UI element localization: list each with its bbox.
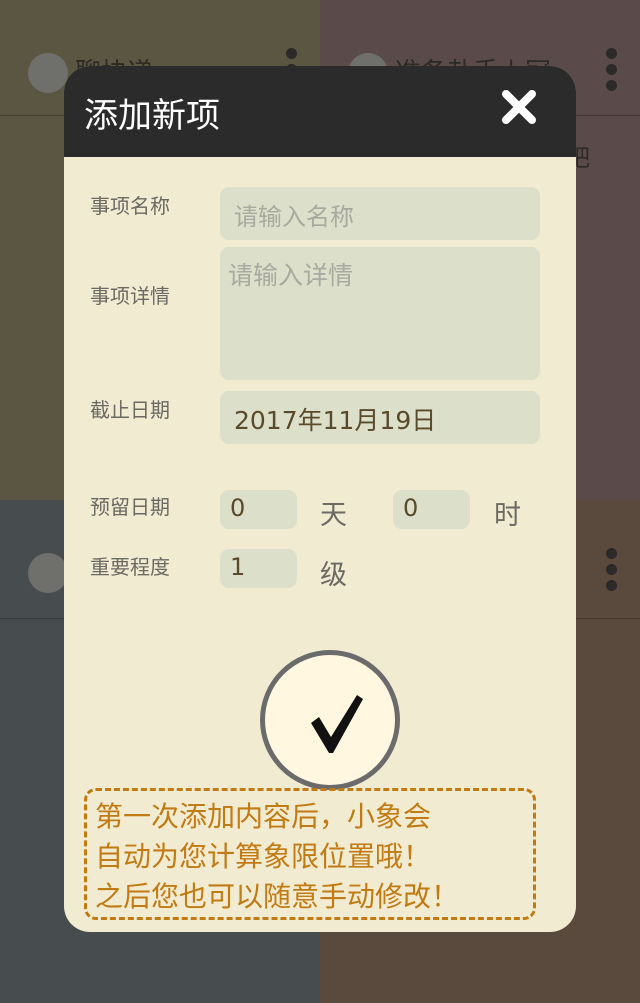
name-input[interactable]: 请输入名称 xyxy=(220,187,540,240)
dialog-title: 添加新项 xyxy=(84,96,220,136)
quadrant-avatar xyxy=(28,553,68,593)
reserve-hours-input[interactable]: 0 xyxy=(393,490,470,529)
add-item-dialog: 添加新项 事项名称 请输入名称 事项详情 请输入详情 截止日期 2017年11月… xyxy=(64,66,576,932)
confirm-button[interactable] xyxy=(260,650,400,790)
tip-line: 之后您也可以随意手动修改！ xyxy=(95,880,460,913)
tip-box: 第一次添加内容后，小象会 自动为您计算象限位置哦！ 之后您也可以随意手动修改！ xyxy=(84,788,536,920)
checkmark-icon xyxy=(311,695,363,753)
more-vertical-icon[interactable] xyxy=(606,548,618,596)
deadline-label: 截止日期 xyxy=(90,398,170,422)
deadline-date-field[interactable]: 2017年11月19日 xyxy=(220,391,540,444)
close-icon[interactable] xyxy=(500,88,538,126)
dialog-header: 添加新项 xyxy=(64,66,576,157)
importance-label: 重要程度 xyxy=(90,555,170,579)
days-unit: 天 xyxy=(320,500,347,531)
reserve-days-input[interactable]: 0 xyxy=(220,490,297,529)
name-label: 事项名称 xyxy=(90,194,170,218)
detail-label: 事项详情 xyxy=(90,284,170,308)
quadrant-avatar xyxy=(28,53,68,93)
reserve-label: 预留日期 xyxy=(90,495,170,519)
detail-textarea[interactable]: 请输入详情 xyxy=(220,247,540,380)
importance-input[interactable]: 1 xyxy=(220,549,297,588)
tip-line: 自动为您计算象限位置哦！ xyxy=(95,840,432,873)
more-vertical-icon[interactable] xyxy=(606,48,618,96)
level-unit: 级 xyxy=(320,560,347,591)
hours-unit: 时 xyxy=(494,500,521,531)
tip-line: 第一次添加内容后，小象会 xyxy=(95,800,432,833)
